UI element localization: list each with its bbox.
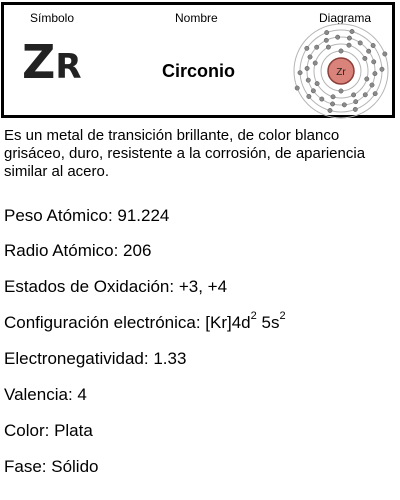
nucleus-label: Zr: [336, 67, 346, 78]
valencia: Valencia: 4: [4, 385, 87, 404]
config-mid: 5s: [256, 313, 280, 332]
electron: [379, 66, 385, 72]
electron: [353, 99, 359, 105]
estados-oxidacion: Estados de Oxidación: +3, +4: [4, 277, 228, 296]
electron: [314, 81, 320, 87]
nombre-label: Nombre: [175, 11, 218, 25]
electron: [304, 65, 310, 71]
electron: [325, 44, 331, 50]
config-sup-1: 2: [250, 310, 257, 323]
electron: [330, 94, 336, 100]
element-card: Símbolo Nombre Diagrama ZR Circonio Zr: [1, 2, 395, 119]
electron: [335, 34, 341, 40]
electron: [372, 71, 378, 77]
electron: [307, 54, 313, 60]
electron: [338, 48, 344, 54]
electron: [352, 106, 358, 112]
element-symbol: ZR: [22, 39, 82, 85]
radio-atomico: Radio Atómico: 206: [4, 241, 152, 260]
electron: [364, 76, 370, 82]
electron: [324, 30, 330, 36]
electron: [357, 40, 363, 46]
electron: [327, 108, 333, 113]
element-symbol-first: Z: [22, 35, 56, 89]
electron: [369, 82, 375, 88]
electronegatividad: Electronegatividad: 1.33: [4, 349, 187, 368]
config-sup-2: 2: [279, 310, 286, 323]
electron: [362, 55, 368, 61]
electron: [366, 48, 372, 54]
electron: [351, 92, 357, 98]
electron: [304, 45, 310, 51]
electron: [341, 102, 347, 108]
element-name: Circonio: [162, 61, 236, 81]
simbolo-label: Símbolo: [30, 11, 75, 25]
color: Color: Plata: [4, 421, 93, 440]
configuracion-electronica: Configuración electrónica: [Kr]4d2 5s2: [4, 310, 286, 333]
atom-diagram: Zr: [293, 23, 389, 119]
electron: [310, 88, 316, 94]
electron: [338, 88, 344, 94]
electron: [312, 60, 318, 66]
electron: [349, 29, 355, 34]
element-symbol-second: R: [55, 47, 82, 87]
electron: [294, 85, 300, 91]
electron: [319, 96, 325, 102]
electron: [370, 43, 376, 48]
electron: [371, 59, 377, 65]
config-prefix: Configuración electrónica: [Kr]4d: [4, 313, 251, 332]
electron: [372, 91, 378, 97]
electron: [306, 94, 312, 99]
electron: [297, 70, 303, 76]
electron: [346, 35, 352, 41]
electron: [330, 101, 336, 107]
peso-atomico: Peso Atómico: 91.224: [4, 206, 170, 225]
electron: [305, 77, 311, 83]
electron: [323, 37, 329, 43]
electron: [314, 44, 320, 50]
electron: [382, 51, 388, 57]
electron: [362, 92, 368, 98]
electron: [346, 42, 352, 48]
element-description: Es un metal de transición brillante, de …: [4, 127, 366, 180]
fase: Fase: Sólido: [4, 457, 99, 476]
